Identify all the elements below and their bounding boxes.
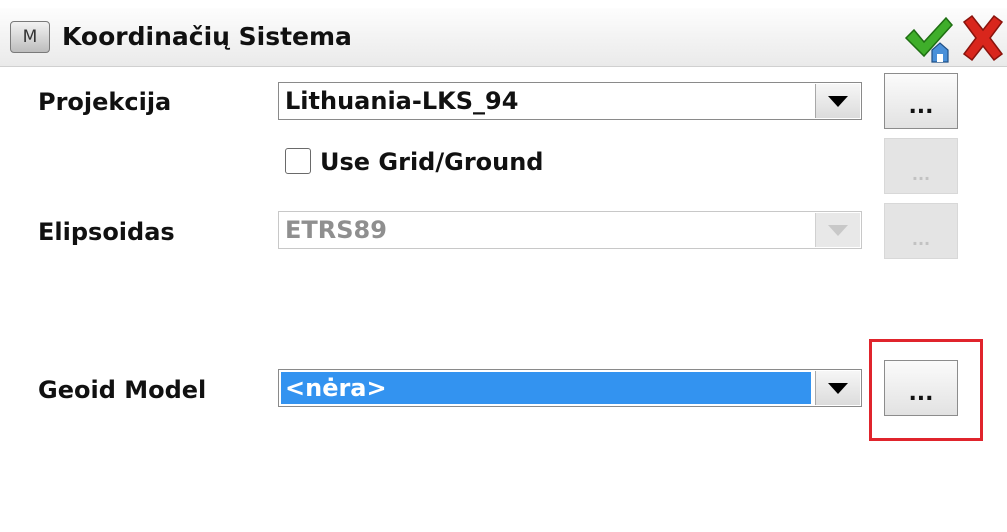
grid-ground-more-button: ... [884,138,958,194]
close-icon [962,14,1004,62]
cancel-button[interactable] [958,12,1007,64]
use-grid-ground-checkbox[interactable] [285,148,311,174]
geoid-model-value: <nėra> [285,374,387,402]
chevron-down-icon [828,382,848,394]
ellipsoid-label: Elipsoidas [38,218,175,246]
ellipsoid-dropdown: ETRS89 [278,211,862,249]
geoid-model-dropdown-arrow[interactable] [815,371,860,405]
geoid-model-dropdown[interactable]: <nėra> [278,369,862,407]
ellipsoid-more-button: ... [884,203,958,259]
ellipsoid-dropdown-arrow [815,213,860,247]
chevron-down-icon [828,224,848,236]
accept-button[interactable] [902,12,954,64]
annotation-highlight-box [869,339,983,441]
menu-button[interactable]: M [10,21,50,53]
geoid-model-label: Geoid Model [38,376,207,404]
menu-icon: M [22,27,38,47]
projection-dropdown[interactable]: Lithuania-LKS_94 [278,82,862,120]
projection-dropdown-arrow[interactable] [815,84,860,118]
ellipsoid-value: ETRS89 [285,216,387,244]
chevron-down-icon [828,95,848,107]
title-bar: M Koordinačių Sistema [0,8,1007,67]
projection-more-button[interactable]: ... [884,73,958,129]
projection-value: Lithuania-LKS_94 [285,87,519,115]
projection-label: Projekcija [38,88,172,116]
use-grid-ground-label: Use Grid/Ground [320,148,544,176]
top-strip [0,0,1007,8]
window-title: Koordinačių Sistema [62,22,352,51]
checkmark-home-icon [904,16,953,63]
